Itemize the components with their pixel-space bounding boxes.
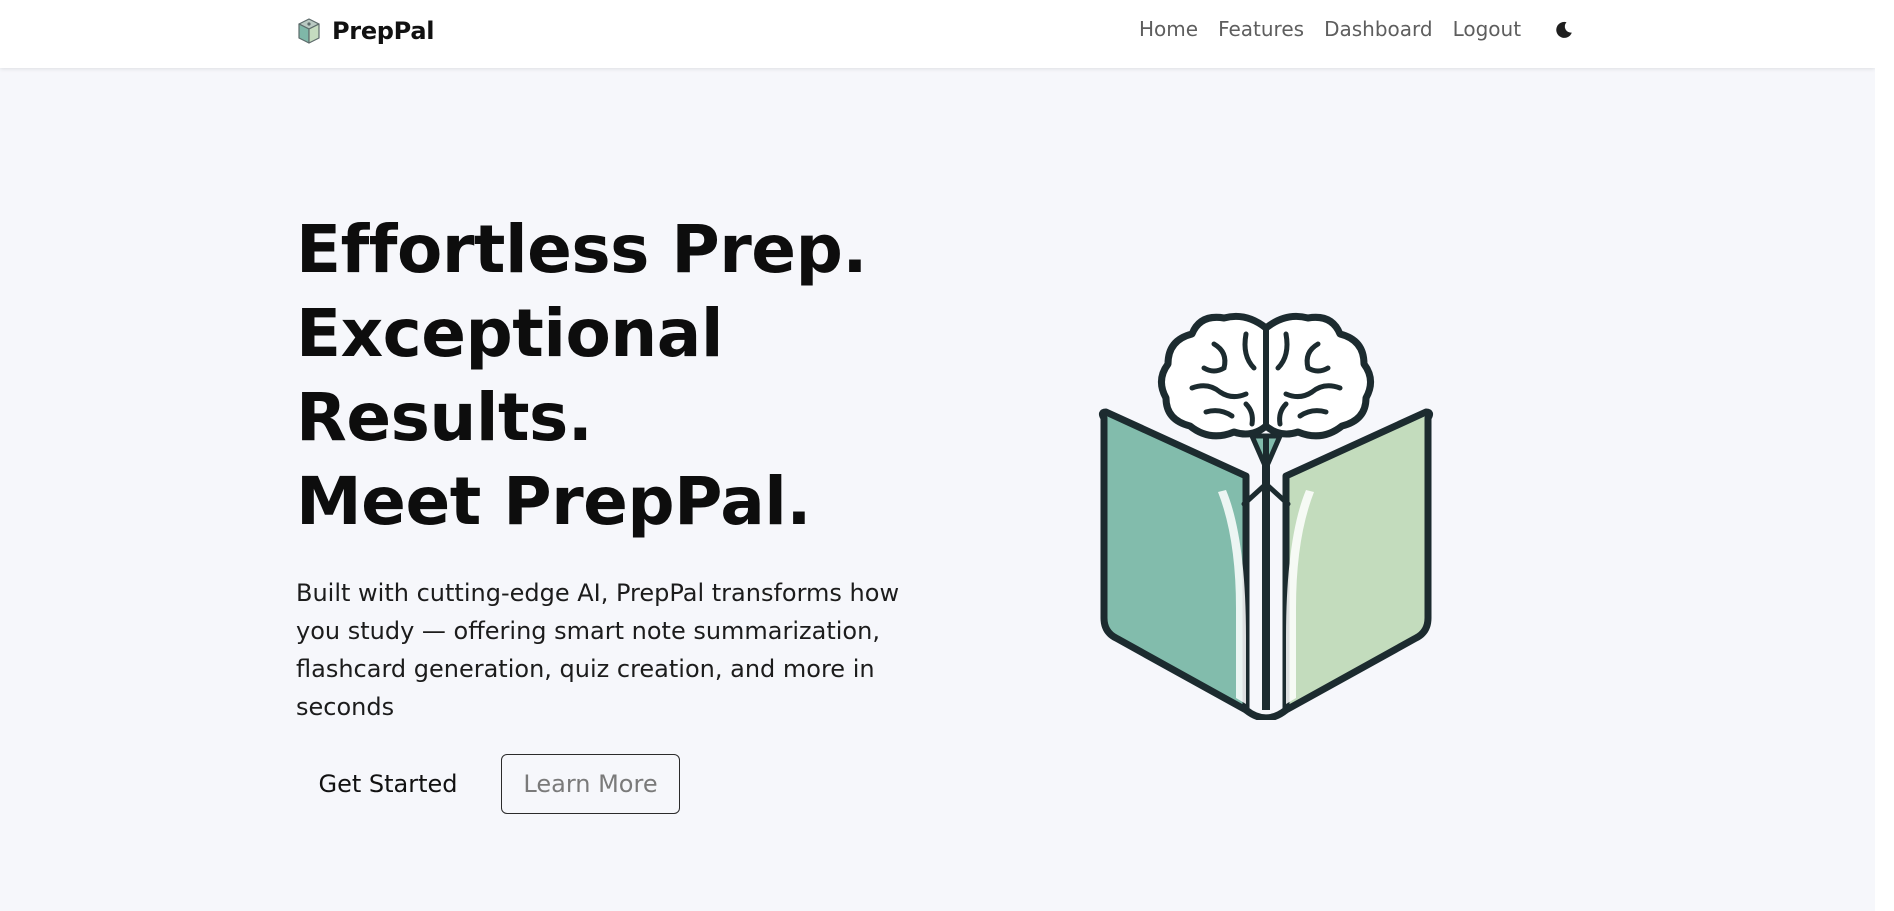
navbar: PrepPal Home Features Dashboard Logout [0, 0, 1875, 68]
nav-link-logout[interactable]: Logout [1453, 17, 1521, 41]
brand[interactable]: PrepPal [297, 16, 434, 46]
nav-link-home[interactable]: Home [1139, 17, 1198, 41]
browser-viewport: PrepPal Home Features Dashboard Logout E… [0, 0, 1894, 911]
get-started-button[interactable]: Get Started [297, 754, 479, 814]
page: PrepPal Home Features Dashboard Logout E… [0, 0, 1875, 911]
nav-links: Home Features Dashboard Logout [1139, 17, 1521, 41]
moon-icon [1556, 21, 1572, 38]
nav-link-features[interactable]: Features [1218, 17, 1304, 41]
nav-link-dashboard[interactable]: Dashboard [1324, 17, 1433, 41]
book-cube-logo-icon [298, 18, 320, 44]
brain-book-icon [1098, 312, 1434, 720]
hero-title-line-4: Meet PrepPal. [296, 463, 812, 540]
hero-title-line-3: Results. [296, 379, 593, 456]
hero-description: Built with cutting-edge AI, PrepPal tran… [296, 579, 900, 721]
theme-toggle-button[interactable] [1552, 18, 1576, 42]
learn-more-button[interactable]: Learn More [501, 754, 680, 814]
hero-title-line-1: Effortless Prep. [296, 211, 867, 288]
page-scrollbar[interactable] [1875, 0, 1894, 911]
hero-title: Effortless Prep. Exceptional Results. Me… [296, 208, 996, 544]
hero-title-line-2: Exceptional [296, 295, 723, 372]
brand-name: PrepPal [332, 17, 435, 45]
